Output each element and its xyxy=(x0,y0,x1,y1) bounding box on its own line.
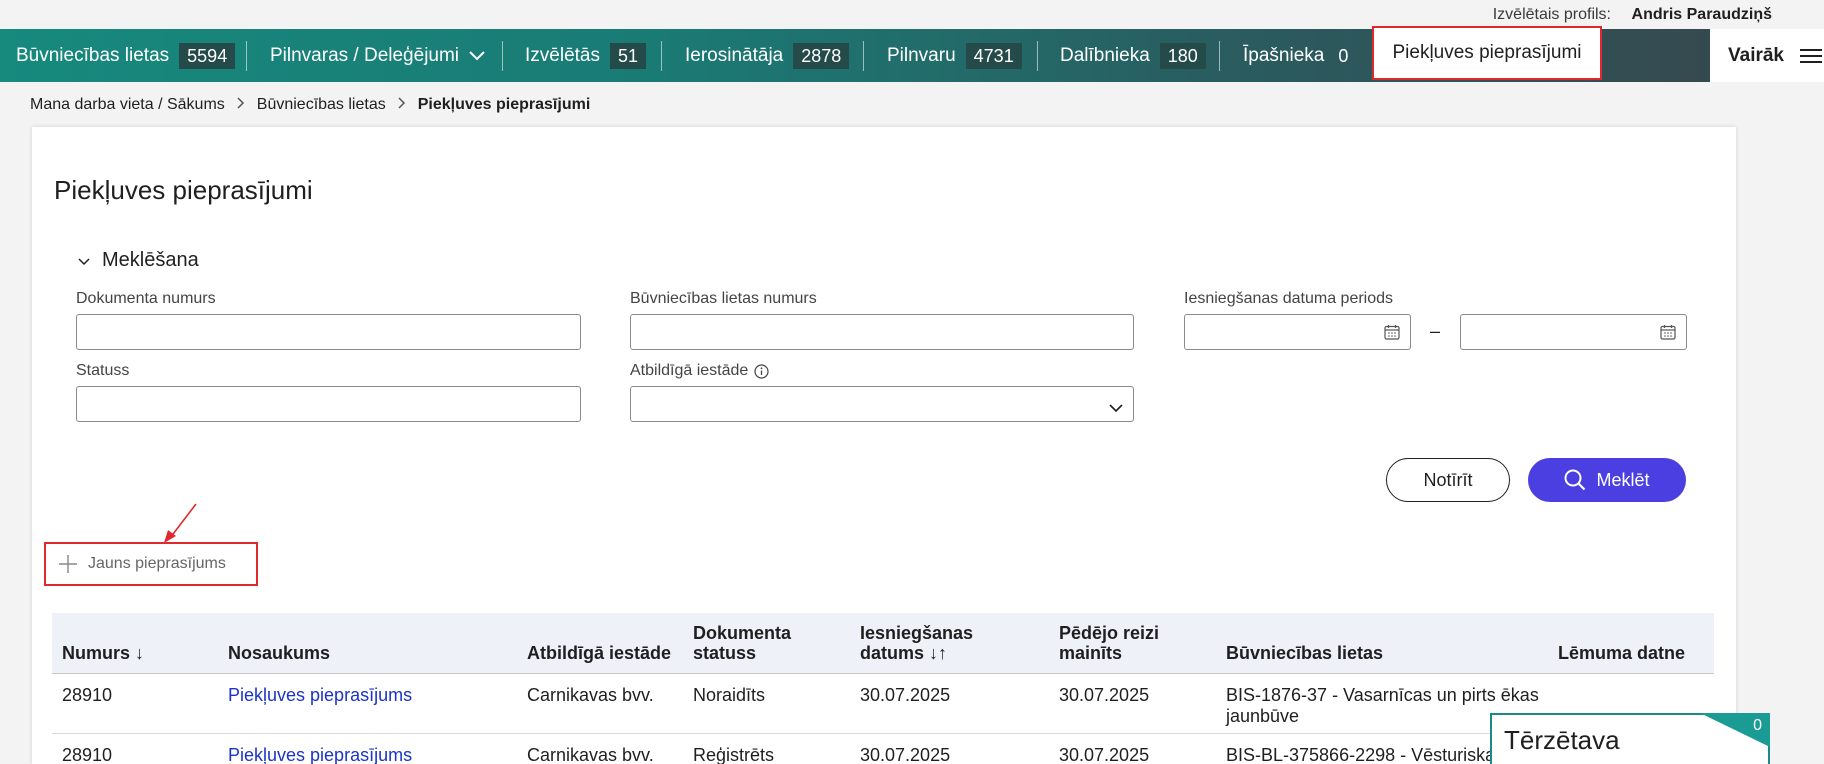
clear-button[interactable]: Notīrīt xyxy=(1386,458,1510,502)
search-button-label: Meklēt xyxy=(1596,469,1650,490)
new-request-button[interactable]: Jauns pieprasījums xyxy=(44,542,258,586)
nav-item-label: Būvniecības lietas xyxy=(16,44,170,66)
doc-number-input[interactable] xyxy=(76,314,581,350)
cell-submitted: 30.07.2025 xyxy=(860,745,951,764)
case-number-label: Būvniecības lietas numurs xyxy=(630,290,817,307)
cell-modified: 30.07.2025 xyxy=(1059,685,1150,705)
table-row: 28910 Piekļuves pieprasījums Carnikavas … xyxy=(52,674,1714,734)
calendar-icon[interactable] xyxy=(1384,324,1400,345)
institution-label: Atbildīgā iestāde xyxy=(630,362,749,379)
nav-item-pilnvaras-delegejumi[interactable]: Pilnvaras / Deleģējumi xyxy=(270,29,485,82)
status-input[interactable] xyxy=(76,386,581,422)
cell-number: 28910 xyxy=(62,745,113,764)
count-badge: 5594 xyxy=(179,42,236,69)
nav-item-izveletas[interactable]: Izvēlētās 51 xyxy=(525,29,647,82)
page-title: Piekļuves pieprasījumi xyxy=(54,175,313,205)
cell-institution: Carnikavas bvv. xyxy=(527,745,654,764)
column-header-decision: Lēmuma datne xyxy=(1558,643,1686,663)
cell-institution: Carnikavas bvv. xyxy=(527,685,654,705)
more-menu-button[interactable]: Vairāk xyxy=(1710,29,1824,82)
cell-name-link[interactable]: Piekļuves pieprasījums xyxy=(228,745,412,764)
column-header-doc-status: Dokumenta statuss xyxy=(693,623,792,663)
chevron-down-icon xyxy=(78,249,90,272)
column-header-institution: Atbildīgā iestāde xyxy=(527,643,672,663)
nav-item-label: Īpašnieka xyxy=(1243,44,1325,66)
column-header-cases: Būvniecības lietas xyxy=(1226,643,1384,663)
nav-divider xyxy=(1037,41,1038,71)
search-button[interactable]: Meklēt xyxy=(1528,458,1686,502)
info-icon[interactable] xyxy=(754,363,769,379)
nav-item-buvniecibas-lietas[interactable]: Būvniecības lietas 5594 xyxy=(16,29,236,82)
cell-name-link[interactable]: Piekļuves pieprasījums xyxy=(228,685,412,706)
status-label: Statuss xyxy=(76,362,130,379)
count-badge: 180 xyxy=(1159,42,1206,69)
calendar-icon[interactable] xyxy=(1660,324,1676,345)
doc-number-label: Dokumenta numurs xyxy=(76,290,216,307)
nav-item-ipasnieka[interactable]: Īpašnieka 0 xyxy=(1243,29,1352,82)
table-row: 28910 Piekļuves pieprasījums Carnikavas … xyxy=(52,734,1714,764)
date-to-input[interactable] xyxy=(1460,314,1687,350)
chat-widget[interactable]: Tērzētava 0 xyxy=(1490,713,1770,764)
nav-item-label: Izvēlētās xyxy=(525,44,600,66)
more-label: Vairāk xyxy=(1728,44,1784,66)
date-range-dash: – xyxy=(1430,321,1441,341)
cell-submitted: 30.07.2025 xyxy=(860,685,951,705)
annotation-arrow-icon xyxy=(164,503,197,543)
cell-status: Noraidīts xyxy=(693,685,766,705)
breadcrumb-home[interactable]: Mana darba vieta / Sākums xyxy=(30,96,225,114)
cell-modified: 30.07.2025 xyxy=(1059,745,1150,764)
breadcrumb-cases[interactable]: Būvniecības lietas xyxy=(257,96,386,114)
date-period-label: Iesniegšanas datuma periods xyxy=(1184,290,1394,307)
nav-item-label: Pilnvaru xyxy=(887,44,956,66)
nav-divider xyxy=(502,41,503,71)
table-header: Numurs ↓ Nosaukums Atbildīgā iestāde Dok… xyxy=(52,613,1714,674)
nav-item-label: Pilnvaras / Deleģējumi xyxy=(270,44,460,66)
institution-label-wrap: Atbildīgā iestāde xyxy=(630,362,769,380)
search-section-label: Meklēšana xyxy=(102,249,199,271)
breadcrumb-current: Piekļuves pieprasījumi xyxy=(417,96,591,113)
column-header-name: Nosaukums xyxy=(228,643,331,663)
chat-title: Tērzētava xyxy=(1504,725,1620,755)
new-request-label: Jauns pieprasījums xyxy=(88,555,226,572)
column-header-modified: Pēdējo reizi mainīts xyxy=(1059,623,1160,663)
nav-divider xyxy=(246,41,247,71)
chevron-down-icon xyxy=(469,50,485,61)
nav-item-ierosinataja[interactable]: Ierosinātāja 2878 xyxy=(685,29,850,82)
profile-name[interactable]: Andris Paraudziņš xyxy=(1632,6,1772,24)
case-number-input[interactable] xyxy=(630,314,1134,350)
main-panel: Piekļuves pieprasījumi Meklēšana Dokumen… xyxy=(32,127,1736,764)
institution-select[interactable] xyxy=(630,386,1134,422)
nav-divider xyxy=(863,41,864,71)
chevron-right-icon xyxy=(237,96,245,114)
nav-item-label: Ierosinātāja xyxy=(685,44,784,66)
plus-icon xyxy=(58,554,78,574)
search-icon xyxy=(1564,469,1596,491)
search-section-toggle[interactable]: Meklēšana xyxy=(78,249,199,272)
nav-item-label: Dalībnieka xyxy=(1060,44,1150,66)
nav-item-pilnvaru[interactable]: Pilnvaru 4731 xyxy=(887,29,1022,82)
count-badge: 2878 xyxy=(793,42,850,69)
count-badge: 0 xyxy=(1338,45,1349,66)
nav-item-dalibnieka[interactable]: Dalībnieka 180 xyxy=(1060,29,1206,82)
count-badge: 4731 xyxy=(965,42,1022,69)
nav-item-pieklves-pieprasijumi[interactable]: Piekļuves pieprasījumi xyxy=(1372,26,1602,80)
date-from-input[interactable] xyxy=(1184,314,1411,350)
cell-status: Reģistrēts xyxy=(693,745,775,764)
cell-number: 28910 xyxy=(62,685,113,705)
column-header-number[interactable]: Numurs ↓ xyxy=(62,643,144,663)
hamburger-icon xyxy=(1800,48,1822,63)
nav-divider xyxy=(661,41,662,71)
count-badge: 51 xyxy=(609,42,647,69)
profile-label: Izvēlētais profils: xyxy=(1492,6,1611,23)
chevron-down-icon xyxy=(1109,400,1123,418)
breadcrumb: Mana darba vieta / Sākums Būvniecības li… xyxy=(30,96,590,114)
profile-bar: Izvēlētais profils: Andris Paraudziņš xyxy=(0,0,1824,29)
chevron-right-icon xyxy=(398,96,406,114)
nav-divider xyxy=(1219,41,1220,71)
column-header-submitted[interactable]: Iesniegšanas datums ↓↑ xyxy=(860,623,1010,663)
chat-count-badge: 0 xyxy=(1753,717,1762,734)
